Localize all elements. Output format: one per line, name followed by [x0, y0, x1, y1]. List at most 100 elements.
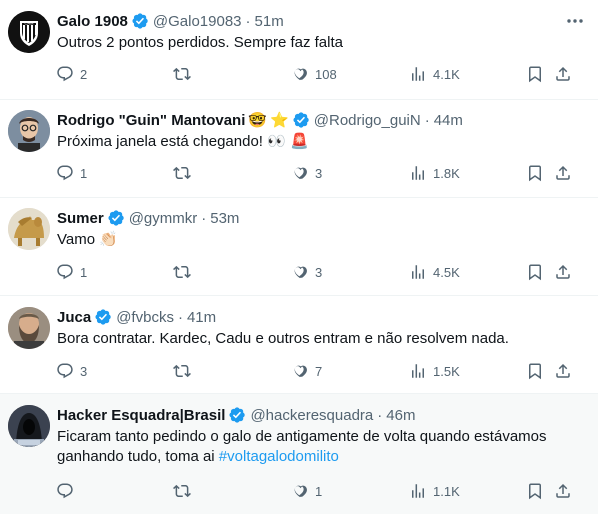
- handle[interactable]: @Galo19083: [153, 13, 242, 30]
- handle[interactable]: @hackeresquadra: [250, 407, 373, 424]
- handle[interactable]: @gymmkr: [129, 210, 198, 227]
- bookmark-button[interactable]: [526, 65, 544, 83]
- avatar[interactable]: CAM: [8, 11, 50, 53]
- share-button[interactable]: [554, 65, 572, 83]
- reply-button[interactable]: 2: [56, 65, 87, 83]
- tweet-text: Ficaram tanto pedindo o galo de antigame…: [57, 427, 586, 467]
- tweet-text: Próxima janela está chegando! 👀 🚨: [57, 133, 309, 150]
- view-count: 1.5K: [433, 363, 460, 379]
- tweet[interactable]: Sumer @gymmkr · 53m Vamo 👏🏻 1 3 4.5K: [0, 198, 598, 296]
- verified-badge-icon: [293, 112, 309, 128]
- reply-button[interactable]: 1: [56, 263, 87, 281]
- tweet-header: Hacker Esquadra|Brasil @hackeresquadra ·…: [57, 405, 586, 425]
- separator-dot: ·: [177, 308, 183, 326]
- share-button[interactable]: [554, 482, 572, 500]
- bookmark-button[interactable]: [526, 263, 544, 281]
- retweet-button[interactable]: [173, 482, 191, 500]
- action-bar: 3 7 1.5K: [48, 362, 598, 382]
- tweet-text: Vamo 👏🏻: [57, 231, 118, 248]
- heart-icon: [294, 266, 307, 279]
- avatar[interactable]: [8, 307, 50, 349]
- handle[interactable]: @fvbcks: [116, 309, 174, 326]
- tweet[interactable]: Juca @fvbcks · 41m Bora contratar. Karde…: [0, 296, 598, 394]
- reply-button[interactable]: 3: [56, 362, 87, 380]
- action-bar: 2 108 4.1K: [48, 65, 598, 85]
- avatar[interactable]: [8, 208, 50, 250]
- view-count: 1.8K: [433, 165, 460, 181]
- display-name[interactable]: Sumer: [57, 210, 104, 227]
- bookmark-icon: [529, 264, 541, 281]
- timestamp[interactable]: 51m: [255, 13, 284, 30]
- like-button[interactable]: 1: [291, 482, 322, 500]
- separator-dot: ·: [201, 209, 207, 227]
- like-button[interactable]: 108: [291, 65, 337, 83]
- bookmark-button[interactable]: [526, 164, 544, 182]
- tweet[interactable]: CAM Galo 1908 @Galo19083 · 51m Outros 2 …: [0, 0, 598, 100]
- reply-button[interactable]: [56, 482, 80, 500]
- like-button[interactable]: 7: [291, 362, 322, 380]
- atletico-crest-icon: CAM: [8, 11, 50, 53]
- bookmark-button[interactable]: [526, 482, 544, 500]
- star-emoji: ⭐: [270, 112, 289, 129]
- like-count: 3: [315, 264, 323, 280]
- heart-icon: [294, 68, 307, 81]
- avatar[interactable]: [8, 110, 50, 152]
- display-name[interactable]: Galo 1908: [57, 13, 128, 30]
- views-button[interactable]: 1.8K: [409, 164, 460, 182]
- retweet-button[interactable]: [173, 362, 191, 380]
- tweet[interactable]: Rodrigo "Guin" Mantovani 🤓 ⭐ @Rodrigo_gu…: [0, 100, 598, 198]
- like-count: 108: [315, 66, 337, 82]
- share-button[interactable]: [554, 164, 572, 182]
- lamassu-statue-icon: [8, 208, 50, 250]
- tweet-header: Galo 1908 @Galo19083 · 51m: [57, 11, 586, 31]
- share-icon: [556, 264, 570, 279]
- timestamp[interactable]: 46m: [386, 407, 415, 424]
- reply-button[interactable]: 1: [56, 164, 87, 182]
- svg-text:CAM: CAM: [25, 21, 34, 26]
- bookmark-icon: [529, 66, 541, 83]
- tweet-header: Rodrigo "Guin" Mantovani 🤓 ⭐ @Rodrigo_gu…: [57, 110, 586, 130]
- reply-icon: [57, 66, 73, 82]
- views-button[interactable]: 4.1K: [409, 65, 460, 83]
- like-button[interactable]: 3: [291, 263, 322, 281]
- reply-icon: [57, 264, 73, 280]
- like-count: 7: [315, 363, 323, 379]
- like-button[interactable]: 3: [291, 164, 322, 182]
- tweet-text: Bora contratar. Kardec, Cadu e outros en…: [57, 330, 509, 347]
- like-count: 1: [315, 483, 323, 499]
- retweet-icon: [173, 484, 191, 498]
- tweet-header: Juca @fvbcks · 41m: [57, 307, 586, 327]
- views-button[interactable]: 1.1K: [409, 482, 460, 500]
- display-name[interactable]: Juca: [57, 309, 91, 326]
- avatar[interactable]: [8, 405, 50, 447]
- retweet-icon: [173, 364, 191, 378]
- views-button[interactable]: 1.5K: [409, 362, 460, 380]
- bookmark-icon: [529, 363, 541, 380]
- views-chart-icon: [412, 166, 424, 180]
- separator-dot: ·: [245, 12, 251, 30]
- handle[interactable]: @Rodrigo_guiN: [314, 112, 421, 129]
- retweet-button[interactable]: [173, 263, 191, 281]
- bookmark-button[interactable]: [526, 362, 544, 380]
- retweet-button[interactable]: [173, 164, 191, 182]
- action-bar: 1 3 1.8K: [48, 164, 598, 184]
- separator-dot: ·: [377, 406, 383, 424]
- share-button[interactable]: [554, 362, 572, 380]
- timestamp[interactable]: 53m: [210, 210, 239, 227]
- timestamp[interactable]: 41m: [187, 309, 216, 326]
- retweet-button[interactable]: [173, 65, 191, 83]
- timestamp[interactable]: 44m: [434, 112, 463, 129]
- retweet-icon: [173, 166, 191, 180]
- separator-dot: ·: [424, 111, 430, 129]
- display-name[interactable]: Hacker Esquadra|Brasil: [57, 407, 225, 424]
- tweet[interactable]: Hacker Esquadra|Brasil @hackeresquadra ·…: [0, 394, 598, 514]
- views-button[interactable]: 4.5K: [409, 263, 460, 281]
- view-count: 4.5K: [433, 264, 460, 280]
- reply-icon: [57, 165, 73, 181]
- more-options-icon[interactable]: [566, 11, 584, 31]
- hashtag-link[interactable]: #voltagalodomilito: [219, 448, 339, 465]
- verified-badge-icon: [132, 13, 148, 29]
- heart-icon: [294, 485, 307, 498]
- display-name[interactable]: Rodrigo "Guin" Mantovani: [57, 112, 245, 129]
- share-button[interactable]: [554, 263, 572, 281]
